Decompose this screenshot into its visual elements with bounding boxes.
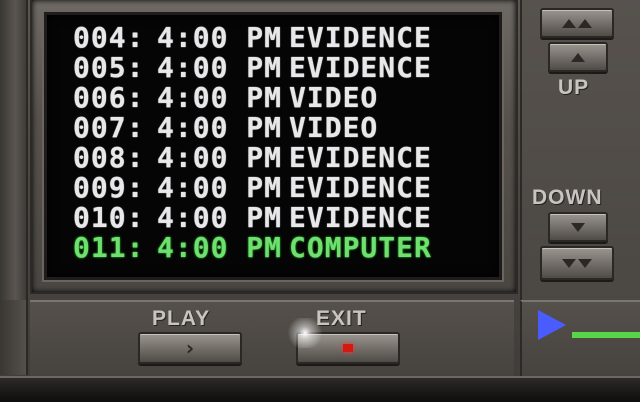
play-button[interactable]: ›: [138, 332, 242, 364]
log-entry[interactable]: 006: 4:00 PM VIDEO: [73, 83, 432, 113]
scroll-panel: UP DOWN: [520, 0, 640, 300]
play-label: PLAY: [152, 307, 211, 330]
log-entry[interactable]: 005: 4:00 PM EVIDENCE: [73, 53, 432, 83]
light-glare: [285, 318, 325, 348]
left-rail: [0, 0, 28, 300]
line-down-button[interactable]: [548, 212, 608, 242]
play-triangle-icon: [538, 310, 566, 340]
console-frame: 004: 4:00 PM EVIDENCE 005: 4:00 PM EVIDENCE …: [0, 0, 640, 402]
double-up-arrow-icon: [562, 18, 592, 28]
line-up-button[interactable]: [548, 42, 608, 72]
log-screen: 004: 4:00 PM EVIDENCE 005: 4:00 PM EVIDENCE …: [44, 12, 502, 280]
bottom-control-bar: PLAY › EXIT: [30, 300, 514, 377]
up-label: UP: [558, 76, 590, 99]
log-entry[interactable]: 008: 4:00 PM EVIDENCE: [73, 143, 432, 173]
log-entry[interactable]: 010: 4:00 PM EVIDENCE: [73, 203, 432, 233]
page-down-button[interactable]: [540, 246, 614, 280]
up-arrow-icon: [571, 52, 585, 62]
log-entry[interactable]: 007: 4:00 PM VIDEO: [73, 113, 432, 143]
progress-line: [572, 332, 640, 338]
page-up-button[interactable]: [540, 8, 614, 38]
log-entry[interactable]: 009: 4:00 PM EVIDENCE: [73, 173, 432, 203]
chevron-right-icon: ›: [185, 336, 195, 360]
console-base: [0, 376, 640, 402]
log-entry[interactable]: 004: 4:00 PM EVIDENCE: [73, 23, 432, 53]
log-list: 004: 4:00 PM EVIDENCE 005: 4:00 PM EVIDENCE …: [73, 23, 432, 263]
log-entry-selected[interactable]: 011: 4:00 PM COMPUTER: [73, 233, 432, 263]
down-arrow-icon: [571, 222, 585, 232]
left-lower-panel: [0, 300, 28, 375]
down-label: DOWN: [532, 186, 603, 209]
double-down-arrow-icon: [562, 258, 592, 268]
red-led-icon: [343, 344, 353, 352]
